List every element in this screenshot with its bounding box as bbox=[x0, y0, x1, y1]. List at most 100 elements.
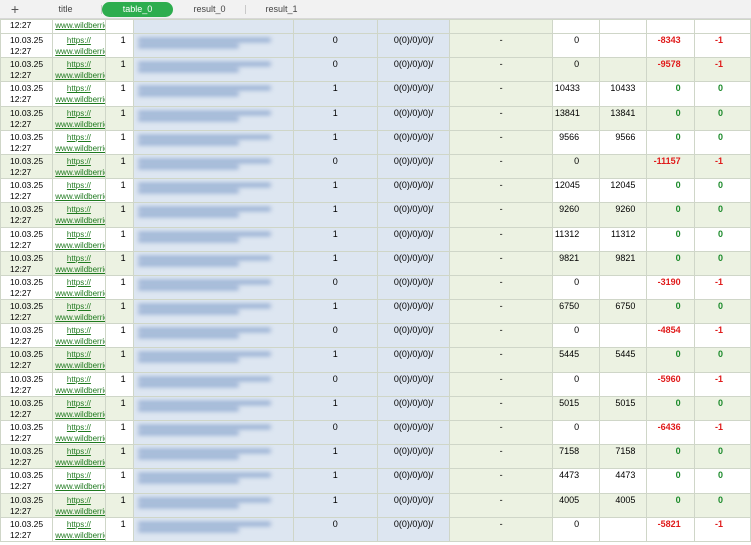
sign-cell[interactable]: -1 bbox=[693, 57, 751, 83]
date-cell[interactable]: 10.03.25 12:27 bbox=[0, 371, 54, 397]
time-cell[interactable]: 12:27 bbox=[0, 19, 54, 34]
link-text-2[interactable]: www.wildberrie bbox=[55, 216, 104, 225]
qty-cell[interactable]: 1 bbox=[104, 202, 134, 228]
value-cell[interactable]: 4005 bbox=[551, 492, 601, 518]
date-cell[interactable]: 10.03.25 12:27 bbox=[0, 105, 54, 131]
link-text-1[interactable]: https:// bbox=[67, 350, 91, 359]
link-cell[interactable]: https:// www.wildberrie bbox=[52, 32, 106, 59]
dash-cell[interactable]: - bbox=[449, 32, 553, 59]
dash-cell[interactable]: - bbox=[449, 323, 553, 349]
link-text-2[interactable]: www.wildberrie bbox=[55, 458, 104, 467]
value-cell[interactable]: 9566 bbox=[599, 129, 648, 155]
flag-cell[interactable]: 0 bbox=[292, 57, 378, 83]
sign-cell[interactable]: 0 bbox=[693, 492, 751, 518]
diff-cell[interactable]: 0 bbox=[646, 444, 695, 470]
blurred-cell[interactable] bbox=[132, 226, 294, 252]
code-cell[interactable]: 0(0)/0)/0)/ bbox=[376, 444, 451, 470]
link-text-1[interactable]: https:// bbox=[67, 230, 91, 239]
code-cell[interactable]: 0(0)/0)/0)/ bbox=[376, 32, 451, 59]
value-cell[interactable]: 0 bbox=[551, 516, 601, 542]
diff-cell[interactable]: -5821 bbox=[646, 516, 695, 542]
flag-cell[interactable]: 1 bbox=[292, 250, 378, 276]
qty-cell[interactable]: 1 bbox=[104, 444, 134, 470]
value-cell[interactable] bbox=[599, 19, 648, 34]
qty-cell[interactable]: 1 bbox=[104, 492, 134, 518]
blurred-cell[interactable] bbox=[132, 57, 294, 83]
flag-cell[interactable]: 1 bbox=[292, 202, 378, 228]
code-cell[interactable]: 0(0)/0)/0)/ bbox=[376, 299, 451, 325]
blurred-cell[interactable] bbox=[132, 19, 294, 34]
code-cell[interactable]: 0(0)/0)/0)/ bbox=[376, 468, 451, 494]
date-cell[interactable]: 10.03.25 12:27 bbox=[0, 444, 54, 470]
value-cell[interactable]: 11312 bbox=[551, 226, 601, 252]
date-cell[interactable]: 10.03.25 12:27 bbox=[0, 202, 54, 228]
qty-cell[interactable]: 1 bbox=[104, 395, 134, 422]
sign-cell[interactable]: 0 bbox=[693, 178, 751, 204]
value-cell[interactable] bbox=[599, 274, 648, 301]
link-cell[interactable]: https:// www.wildberrie bbox=[52, 299, 106, 325]
qty-cell[interactable]: 1 bbox=[104, 129, 134, 155]
code-cell[interactable]: 0(0)/0)/0)/ bbox=[376, 202, 451, 228]
sign-cell[interactable]: -1 bbox=[693, 371, 751, 397]
link-text-2[interactable]: www.wildberrie bbox=[55, 313, 104, 322]
date-cell[interactable]: 10.03.25 12:27 bbox=[0, 516, 54, 542]
diff-cell[interactable]: -4854 bbox=[646, 323, 695, 349]
value-cell[interactable]: 4473 bbox=[599, 468, 648, 494]
value-cell[interactable]: 12045 bbox=[599, 178, 648, 204]
dash-cell[interactable]: - bbox=[449, 468, 553, 494]
blurred-cell[interactable] bbox=[132, 299, 294, 325]
code-cell[interactable]: 0(0)/0)/0)/ bbox=[376, 419, 451, 446]
date-cell[interactable]: 10.03.25 12:27 bbox=[0, 468, 54, 494]
value-cell[interactable]: 12045 bbox=[551, 178, 601, 204]
link-text-2[interactable]: www.wildberrie bbox=[55, 241, 104, 250]
link-cell[interactable]: https:// www.wildberrie bbox=[52, 468, 106, 494]
value-cell[interactable]: 5445 bbox=[599, 347, 648, 373]
link-text-2[interactable]: www.wildberrie bbox=[55, 95, 104, 104]
value-cell[interactable]: 9566 bbox=[551, 129, 601, 155]
link-text-2[interactable]: www.wildberrie bbox=[55, 71, 104, 80]
qty-cell[interactable]: 1 bbox=[104, 105, 134, 131]
date-cell[interactable]: 10.03.25 12:27 bbox=[0, 347, 54, 373]
sign-cell[interactable]: -1 bbox=[693, 274, 751, 301]
link-text-2[interactable]: www.wildberrie bbox=[55, 410, 104, 419]
link-text-1[interactable]: https:// bbox=[67, 520, 91, 529]
sign-cell[interactable]: 0 bbox=[693, 105, 751, 131]
link-text-1[interactable]: https:// bbox=[67, 133, 91, 142]
blurred-cell[interactable] bbox=[132, 153, 294, 180]
qty-cell[interactable]: 1 bbox=[104, 468, 134, 494]
link-text-1[interactable]: https:// bbox=[67, 205, 91, 214]
qty-cell[interactable]: 1 bbox=[104, 516, 134, 542]
value-cell[interactable]: 0 bbox=[551, 323, 601, 349]
diff-cell[interactable]: -11157 bbox=[646, 153, 695, 180]
link-text-1[interactable]: https:// bbox=[67, 278, 91, 287]
qty-cell[interactable] bbox=[104, 19, 134, 34]
qty-cell[interactable]: 1 bbox=[104, 153, 134, 180]
link-cell[interactable]: https:// www.wildberrie bbox=[52, 323, 106, 349]
value-cell[interactable] bbox=[599, 57, 648, 83]
diff-cell[interactable]: 0 bbox=[646, 347, 695, 373]
flag-cell[interactable]: 0 bbox=[292, 419, 378, 446]
blurred-cell[interactable] bbox=[132, 81, 294, 107]
blurred-cell[interactable] bbox=[132, 105, 294, 131]
value-cell[interactable]: 0 bbox=[551, 274, 601, 301]
sign-cell[interactable]: 0 bbox=[693, 395, 751, 422]
code-cell[interactable]: 0(0)/0)/0)/ bbox=[376, 492, 451, 518]
link-text-1[interactable]: https:// bbox=[67, 471, 91, 480]
blurred-cell[interactable] bbox=[132, 371, 294, 397]
value-cell[interactable] bbox=[599, 153, 648, 180]
dash-cell[interactable]: - bbox=[449, 81, 553, 107]
sign-cell[interactable]: 0 bbox=[693, 81, 751, 107]
dash-cell[interactable]: - bbox=[449, 492, 553, 518]
dash-cell[interactable] bbox=[449, 19, 553, 34]
link-text-2[interactable]: www.wildberrie bbox=[55, 168, 104, 177]
link-cell[interactable]: https:// www.wildberrie bbox=[52, 419, 106, 446]
link-cell[interactable]: www.wildberrie bbox=[52, 19, 106, 34]
blurred-cell[interactable] bbox=[132, 395, 294, 422]
flag-cell[interactable]: 0 bbox=[292, 32, 378, 59]
date-cell[interactable]: 10.03.25 12:27 bbox=[0, 57, 54, 83]
sign-cell[interactable]: 0 bbox=[693, 226, 751, 252]
link-text-1[interactable]: https:// bbox=[67, 84, 91, 93]
blurred-cell[interactable] bbox=[132, 32, 294, 59]
sign-cell[interactable]: 0 bbox=[693, 444, 751, 470]
code-cell[interactable]: 0(0)/0)/0)/ bbox=[376, 371, 451, 397]
